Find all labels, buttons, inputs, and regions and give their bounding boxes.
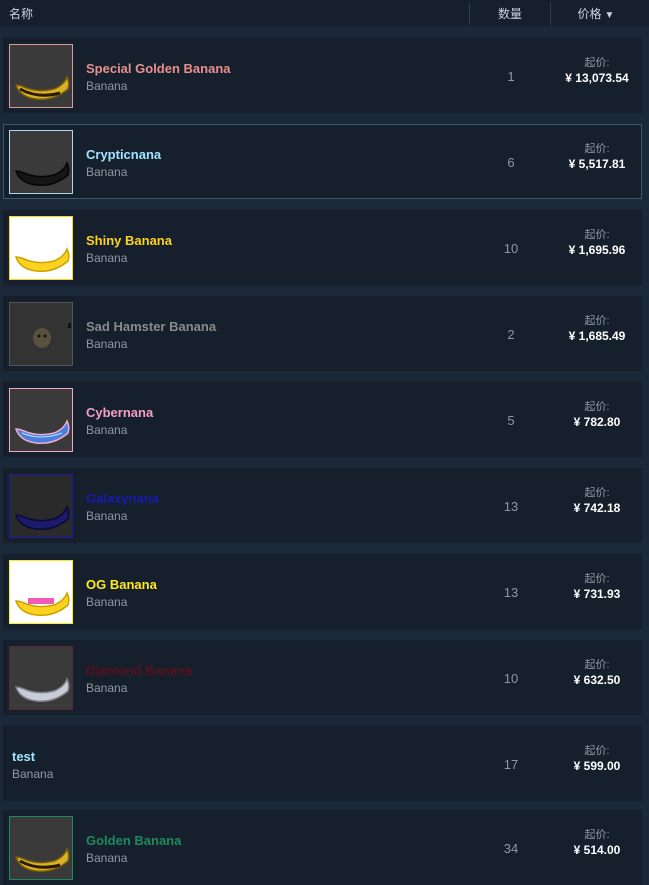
listing-row[interactable]: Sad Hamster Banana Banana 2 起价: ¥ 1,685.…: [3, 296, 642, 371]
starting-price-value: ¥ 599.00: [573, 759, 621, 773]
item-name[interactable]: Sad Hamster Banana: [86, 319, 216, 334]
item-type: Banana: [86, 337, 128, 351]
banana-thumbnail-art: [10, 647, 72, 709]
item-quantity: 10: [503, 241, 519, 256]
starting-price-label: 起价:: [584, 829, 610, 841]
item-name[interactable]: Cybernana: [86, 405, 153, 420]
listing-row[interactable]: Cybernana Banana 5 起价: ¥ 782.80: [3, 382, 642, 457]
starting-price-value: ¥ 514.00: [573, 843, 621, 857]
item-price: 起价: ¥ 731.93: [552, 572, 642, 602]
item-price: 起价: ¥ 1,685.49: [552, 314, 642, 344]
item-thumbnail: [9, 130, 73, 194]
starting-price-label: 起价:: [584, 143, 610, 155]
item-price: 起价: ¥ 782.80: [552, 400, 642, 430]
item-price: 起价: ¥ 599.00: [552, 744, 642, 774]
item-quantity: 6: [507, 155, 515, 170]
starting-price-value: ¥ 742.18: [573, 501, 621, 515]
listing-row[interactable]: Galaxynana Banana 13 起价: ¥ 742.18: [3, 468, 642, 543]
banana-thumbnail-art: [10, 389, 72, 451]
item-price: 起价: ¥ 632.50: [552, 658, 642, 688]
starting-price-value: ¥ 731.93: [573, 587, 621, 601]
item-name[interactable]: Shiny Banana: [86, 233, 172, 248]
listing-table: Special Golden Banana Banana 1 起价: ¥ 13,…: [0, 0, 649, 885]
banana-thumbnail-art: [10, 475, 72, 537]
item-quantity: 2: [507, 327, 515, 342]
banana-thumbnail-art: [10, 45, 72, 107]
starting-price-label: 起价:: [584, 573, 610, 585]
starting-price-value: ¥ 13,073.54: [565, 71, 629, 85]
item-quantity: 34: [503, 841, 519, 856]
item-price: 起价: ¥ 742.18: [552, 486, 642, 516]
item-thumbnail: [9, 388, 73, 452]
item-type: Banana: [86, 851, 128, 865]
starting-price-label: 起价:: [584, 229, 610, 241]
item-price: 起价: ¥ 514.00: [552, 828, 642, 858]
listing-row[interactable]: OG Banana Banana 13 起价: ¥ 731.93: [3, 554, 642, 629]
item-quantity: 10: [503, 671, 519, 686]
item-thumbnail: [9, 216, 73, 280]
item-thumbnail: [9, 302, 73, 366]
item-name[interactable]: Golden Banana: [86, 833, 181, 848]
item-thumbnail: [9, 44, 73, 108]
listing-row[interactable]: Crypticnana Banana 6 起价: ¥ 5,517.81: [3, 124, 642, 199]
item-name[interactable]: test: [12, 749, 35, 764]
item-type: Banana: [12, 767, 54, 781]
item-thumbnail: [9, 474, 73, 538]
banana-thumbnail-art: [10, 561, 72, 623]
item-price: 起价: ¥ 13,073.54: [552, 56, 642, 86]
item-thumbnail: [9, 560, 73, 624]
banana-thumbnail-art: [10, 303, 72, 365]
item-thumbnail: [9, 646, 73, 710]
item-name[interactable]: Special Golden Banana: [86, 61, 231, 76]
item-thumbnail: [9, 816, 73, 880]
item-type: Banana: [86, 595, 128, 609]
starting-price-label: 起价:: [584, 745, 610, 757]
item-quantity: 5: [507, 413, 515, 428]
starting-price-value: ¥ 1,695.96: [568, 243, 626, 257]
item-name[interactable]: Crypticnana: [86, 147, 161, 162]
starting-price-label: 起价:: [584, 659, 610, 671]
starting-price-value: ¥ 1,685.49: [568, 329, 626, 343]
item-quantity: 17: [503, 757, 519, 772]
item-name[interactable]: Diamond Banana: [86, 663, 192, 678]
starting-price-value: ¥ 632.50: [573, 673, 621, 687]
listing-row[interactable]: Special Golden Banana Banana 1 起价: ¥ 13,…: [3, 38, 642, 113]
item-name[interactable]: Galaxynana: [86, 491, 159, 506]
starting-price-label: 起价:: [584, 57, 610, 69]
listing-row[interactable]: test Banana 17 起价: ¥ 599.00: [3, 726, 642, 801]
item-quantity: 13: [503, 499, 519, 514]
starting-price-value: ¥ 782.80: [573, 415, 621, 429]
item-type: Banana: [86, 423, 128, 437]
item-price: 起价: ¥ 1,695.96: [552, 228, 642, 258]
listing-row[interactable]: Shiny Banana Banana 10 起价: ¥ 1,695.96: [3, 210, 642, 285]
item-name[interactable]: OG Banana: [86, 577, 157, 592]
listing-row[interactable]: Golden Banana Banana 34 起价: ¥ 514.00: [3, 810, 642, 885]
item-type: Banana: [86, 251, 128, 265]
hamster-face-icon: [33, 328, 51, 348]
starting-price-value: ¥ 5,517.81: [568, 157, 626, 171]
item-type: Banana: [86, 165, 128, 179]
item-type: Banana: [86, 79, 128, 93]
banana-thumbnail-art: [10, 817, 72, 879]
starting-price-label: 起价:: [584, 401, 610, 413]
banana-thumbnail-art: [10, 131, 72, 193]
item-type: Banana: [86, 509, 128, 523]
listing-row[interactable]: Diamond Banana Banana 10 起价: ¥ 632.50: [3, 640, 642, 715]
item-quantity: 1: [507, 69, 515, 84]
item-price: 起价: ¥ 5,517.81: [552, 142, 642, 172]
item-quantity: 13: [503, 585, 519, 600]
starting-price-label: 起价:: [584, 315, 610, 327]
starting-price-label: 起价:: [584, 487, 610, 499]
banana-thumbnail-art: [10, 217, 72, 279]
item-type: Banana: [86, 681, 128, 695]
